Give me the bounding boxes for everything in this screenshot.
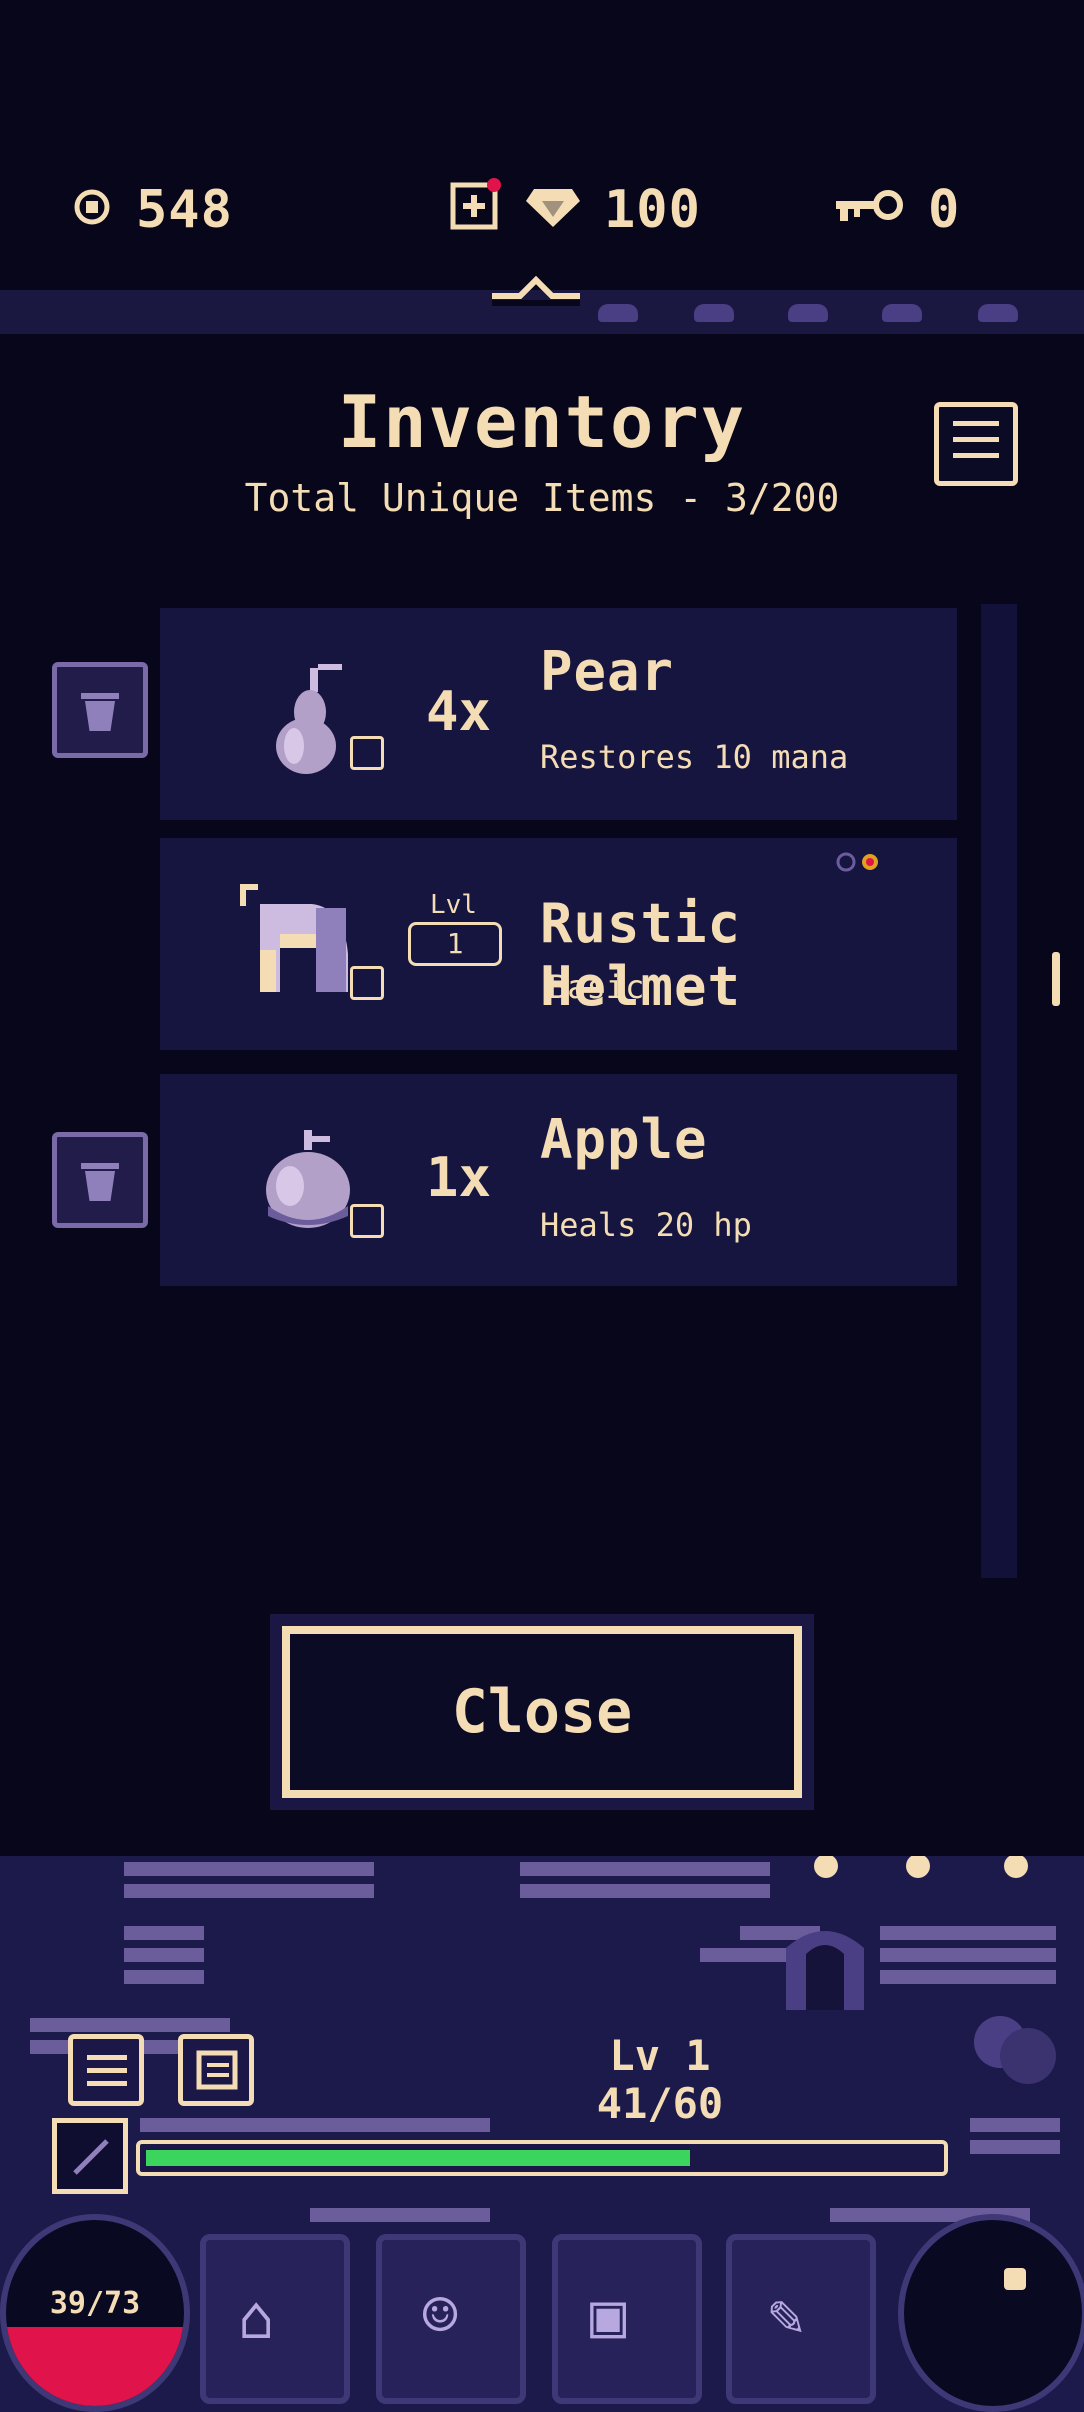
delete-pear-button[interactable] bbox=[52, 662, 148, 758]
chest-icon: ▣ bbox=[590, 2281, 627, 2351]
level-label: Lvl bbox=[430, 890, 477, 920]
gem-count: 100 bbox=[604, 180, 701, 240]
character-icon: ☺ bbox=[422, 2281, 459, 2351]
tree-icon bbox=[970, 2012, 1060, 2096]
item-description: Heals 20 hp bbox=[540, 1206, 752, 1244]
item-description: Restores 10 mana bbox=[540, 738, 849, 776]
currency-bar bbox=[0, 0, 1084, 290]
scene-band bbox=[0, 275, 1084, 334]
inventory-item-rustic-helmet[interactable]: Lvl 1 Rustic Helmet Basic bbox=[160, 838, 957, 1050]
item-level: 1 bbox=[408, 922, 502, 966]
key-icon bbox=[836, 180, 904, 240]
side-scroll-handle[interactable] bbox=[1052, 952, 1060, 1006]
item-select-checkbox[interactable] bbox=[350, 1204, 384, 1238]
item-quantity: 1x bbox=[426, 1146, 492, 1209]
list-icon bbox=[87, 2051, 127, 2095]
gem-icon bbox=[526, 180, 580, 240]
key-counter: 0 bbox=[836, 180, 960, 240]
health-orb: 39/73 bbox=[0, 2214, 190, 2412]
coin-count: 548 bbox=[136, 180, 233, 240]
wrench-icon: ✎ bbox=[768, 2281, 805, 2351]
close-button[interactable]: Close bbox=[282, 1626, 802, 1798]
health-fill bbox=[6, 2326, 184, 2406]
tab-settings[interactable]: ✎ bbox=[726, 2234, 876, 2404]
tab-inventory[interactable]: ▣ bbox=[552, 2234, 702, 2404]
map-icon: ⌂ bbox=[238, 2283, 275, 2353]
quest-list-button[interactable] bbox=[68, 2034, 144, 2106]
player-xp: 41/60 bbox=[596, 2079, 724, 2128]
player-level-display: Lv 1 41/60 bbox=[560, 2032, 760, 2128]
orb-shine-icon bbox=[1004, 2268, 1026, 2290]
add-gems-button[interactable] bbox=[450, 177, 502, 243]
inventory-scrollbar[interactable] bbox=[981, 604, 1017, 1578]
inventory-item-apple[interactable]: 1x Apple Heals 20 hp bbox=[160, 1074, 957, 1286]
inventory-title: Inventory bbox=[337, 380, 747, 464]
delete-apple-button[interactable] bbox=[52, 1132, 148, 1228]
xp-bar bbox=[136, 2140, 948, 2176]
key-count: 0 bbox=[928, 180, 961, 240]
attack-button[interactable] bbox=[52, 2118, 128, 2194]
coin-counter: 548 bbox=[72, 180, 233, 240]
player-level: Lv 1 bbox=[609, 2031, 711, 2080]
item-name: Pear bbox=[540, 640, 675, 703]
tab-character[interactable]: ☺ bbox=[376, 2234, 526, 2404]
door-icon bbox=[780, 1914, 870, 2014]
coin-icon bbox=[72, 180, 112, 240]
notes-button[interactable] bbox=[178, 2034, 254, 2106]
sword-icon bbox=[67, 2133, 115, 2185]
inventory-menu-button[interactable] bbox=[934, 402, 1018, 486]
apple-icon bbox=[260, 1130, 356, 1234]
gem-slots-icon bbox=[836, 850, 884, 878]
helmet-icon bbox=[240, 884, 360, 1012]
item-select-checkbox[interactable] bbox=[350, 966, 384, 1000]
inventory-subtitle: Total Unique Items - 3/200 bbox=[244, 476, 840, 520]
item-quantity: 4x bbox=[426, 680, 492, 743]
skull-decor-icon bbox=[810, 1856, 1040, 1884]
item-name: Apple bbox=[540, 1108, 708, 1171]
tab-map[interactable]: ⌂ bbox=[200, 2234, 350, 2404]
health-text: 39/73 bbox=[49, 2286, 141, 2321]
collapse-handle-icon[interactable] bbox=[488, 272, 584, 306]
xp-bar-fill bbox=[146, 2150, 690, 2166]
item-select-checkbox[interactable] bbox=[350, 736, 384, 770]
scroll-icon bbox=[195, 2049, 239, 2097]
gem-counter: 100 bbox=[450, 177, 701, 243]
inventory-item-pear[interactable]: 4x Pear Restores 10 mana bbox=[160, 608, 957, 820]
item-rarity: Basic bbox=[548, 968, 645, 1006]
mana-orb bbox=[898, 2214, 1084, 2412]
pear-icon bbox=[268, 660, 348, 780]
